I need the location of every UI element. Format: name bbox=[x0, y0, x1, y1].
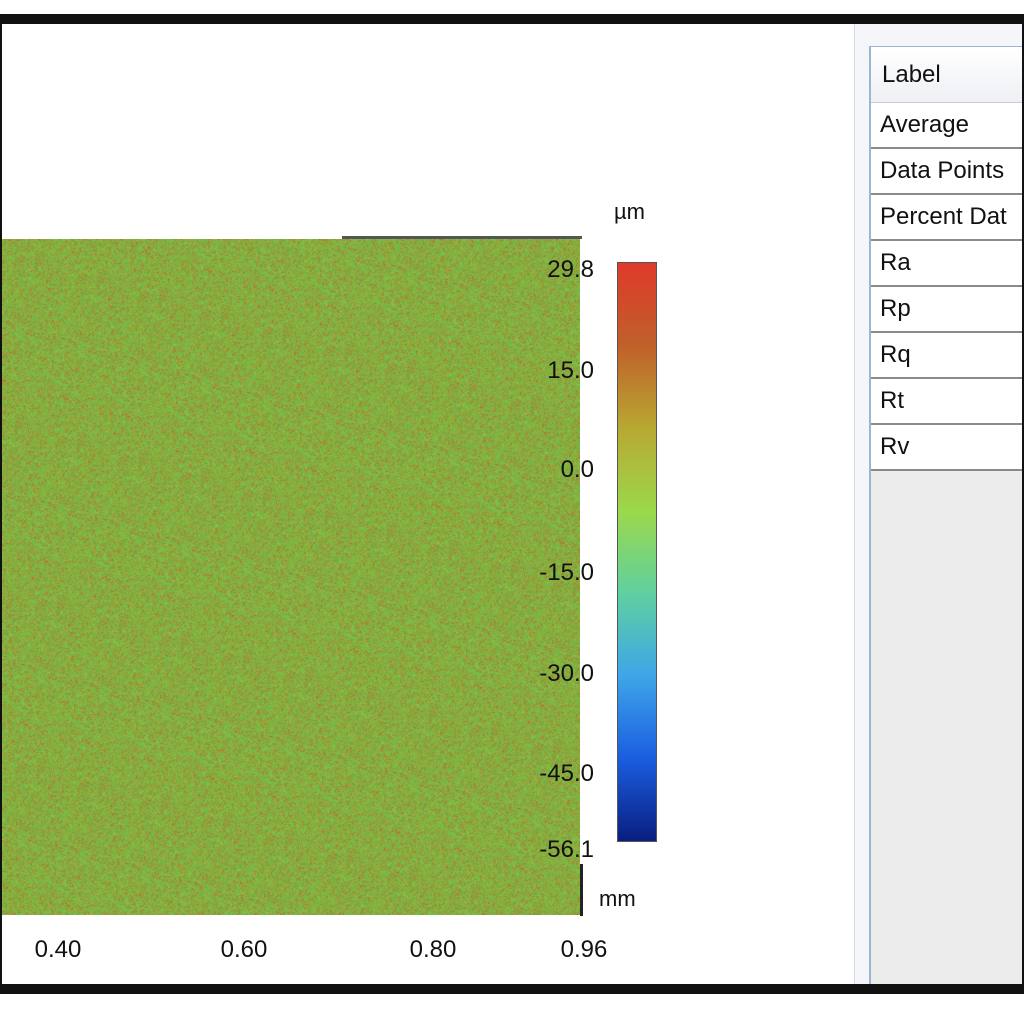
x-axis-end-tick bbox=[580, 864, 583, 916]
x-tick-label: 0.80 bbox=[409, 936, 457, 963]
colorbar-tick-label: -30.0 bbox=[539, 660, 594, 687]
table-row[interactable]: Rt bbox=[871, 379, 1022, 425]
surface-height-map[interactable] bbox=[2, 239, 580, 915]
table-row[interactable]: Rq bbox=[871, 333, 1022, 379]
colorbar-tick-label: 15.0 bbox=[547, 357, 594, 384]
table-row[interactable]: Ra bbox=[871, 241, 1022, 287]
screenshot-frame: mm 0.40 0.60 0.80 0.96 µm 29.8 15.0 0.0 … bbox=[0, 14, 1024, 994]
colorbar-tick-label: -15.0 bbox=[539, 559, 594, 586]
height-map-canvas bbox=[2, 239, 580, 915]
table-row[interactable]: Rv bbox=[871, 425, 1022, 471]
colorbar-unit: µm bbox=[614, 199, 646, 224]
x-axis-unit: mm bbox=[599, 886, 636, 911]
x-tick-label: 0.40 bbox=[34, 936, 82, 963]
table-row[interactable]: Percent Dat bbox=[871, 195, 1022, 241]
colorbar-tick-label: -45.0 bbox=[539, 760, 594, 787]
table-row[interactable]: Data Points bbox=[871, 149, 1022, 195]
colorbar-tick-label: 29.8 bbox=[547, 256, 594, 283]
table-row[interactable]: Average bbox=[871, 103, 1022, 149]
results-table: Label Average Data Points Percent Dat Ra… bbox=[869, 46, 1022, 984]
results-panel: Label Average Data Points Percent Dat Ra… bbox=[854, 24, 1022, 984]
x-tick-label: 0.96 bbox=[560, 936, 608, 963]
table-row[interactable]: Rp bbox=[871, 287, 1022, 333]
surface-plot-area: mm 0.40 0.60 0.80 0.96 µm 29.8 15.0 0.0 … bbox=[2, 24, 852, 984]
colorbar-tick-label: 0.0 bbox=[560, 456, 594, 483]
table-header-label[interactable]: Label bbox=[871, 47, 1022, 103]
colorbar-gradient bbox=[617, 262, 657, 842]
colorbar-tick-label: -56.1 bbox=[539, 836, 594, 863]
x-tick-label: 0.60 bbox=[220, 936, 268, 963]
